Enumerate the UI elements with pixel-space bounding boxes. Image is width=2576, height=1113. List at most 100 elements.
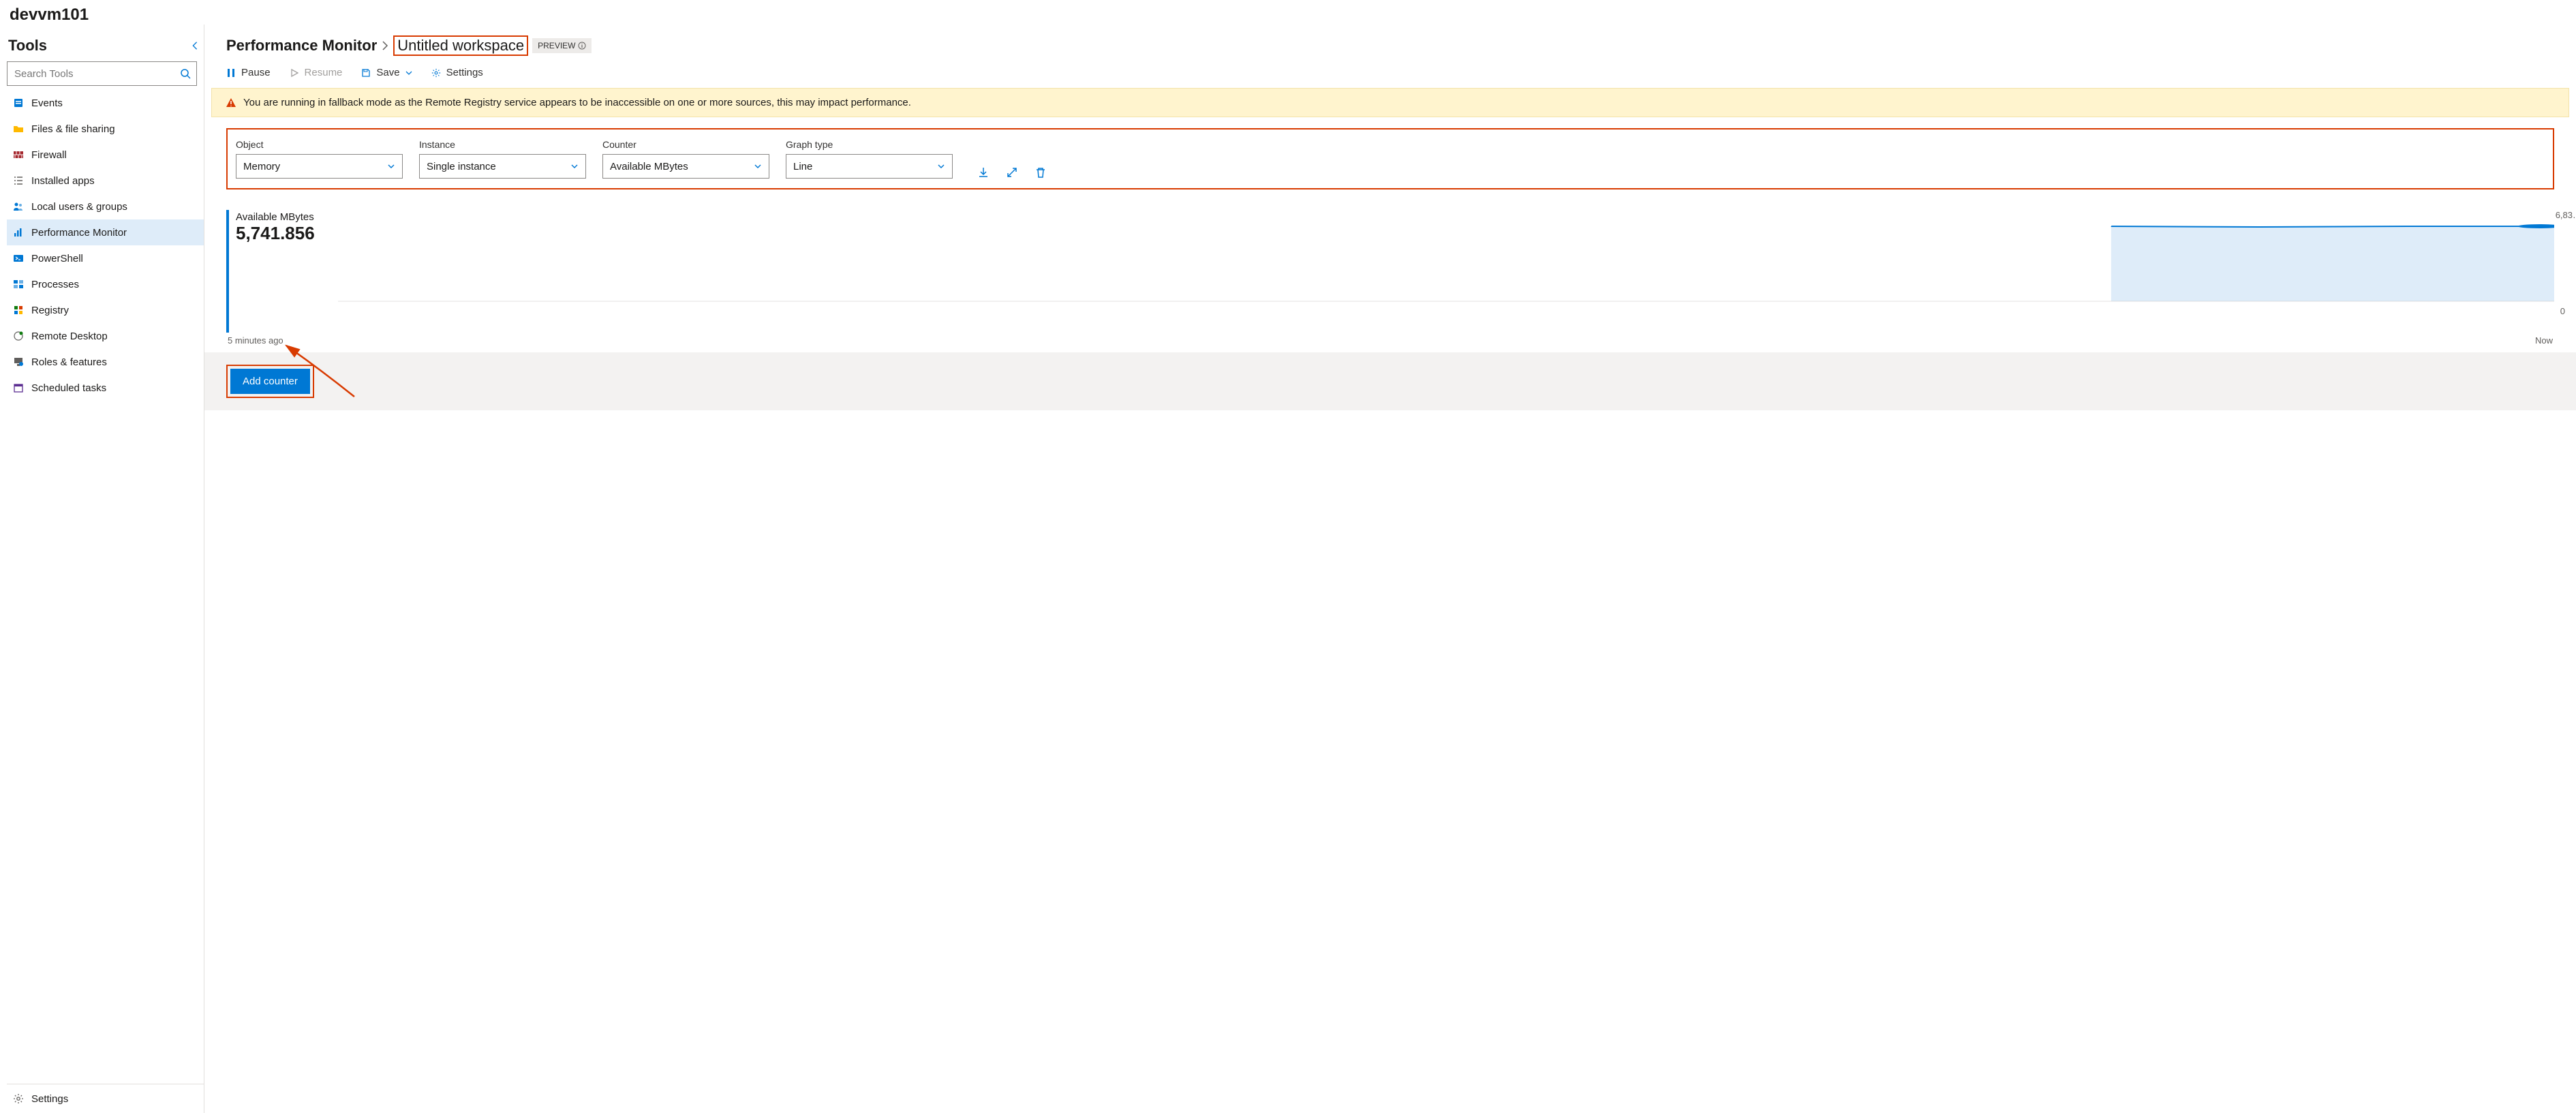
powershell-icon bbox=[12, 252, 25, 264]
pause-label: Pause bbox=[241, 67, 271, 78]
chevron-down-icon bbox=[387, 162, 395, 170]
sidebar-item-label: Registry bbox=[31, 305, 69, 316]
chevron-down-icon bbox=[937, 162, 945, 170]
registry-icon bbox=[12, 304, 25, 316]
search-tools-input[interactable] bbox=[7, 61, 197, 86]
preview-label: PREVIEW bbox=[538, 41, 575, 50]
save-button[interactable]: Save bbox=[361, 67, 412, 78]
save-icon bbox=[361, 68, 371, 78]
sidebar-item-scheduled-tasks[interactable]: Scheduled tasks bbox=[7, 375, 204, 401]
pause-icon bbox=[226, 68, 236, 78]
sidebar-item-label: Files & file sharing bbox=[31, 123, 115, 135]
preview-badge[interactable]: PREVIEW bbox=[532, 38, 592, 53]
warning-text: You are running in fallback mode as the … bbox=[243, 97, 911, 108]
workspace-title[interactable]: Untitled workspace bbox=[393, 35, 528, 56]
gear-icon bbox=[431, 68, 441, 78]
chart-xmin: 5 minutes ago bbox=[228, 335, 283, 346]
sidebar-settings[interactable]: Settings bbox=[7, 1084, 204, 1113]
tools-sidebar: Tools Events Files & file sharing Firew bbox=[0, 25, 204, 1113]
metric-title: Available MBytes bbox=[236, 211, 315, 223]
instance-dropdown[interactable]: Single instance bbox=[419, 154, 586, 179]
sidebar-item-registry[interactable]: Registry bbox=[7, 297, 204, 323]
expand-icon[interactable] bbox=[1006, 166, 1018, 179]
sidebar-item-label: Installed apps bbox=[31, 175, 95, 187]
add-counter-highlight: Add counter bbox=[226, 365, 314, 398]
sidebar-item-roles-features[interactable]: Roles & features bbox=[7, 349, 204, 375]
sidebar-item-installed-apps[interactable]: Installed apps bbox=[7, 168, 204, 194]
chevron-down-icon bbox=[570, 162, 579, 170]
chevron-down-icon bbox=[405, 70, 412, 76]
graphtype-dropdown[interactable]: Line bbox=[786, 154, 953, 179]
sidebar-item-powershell[interactable]: PowerShell bbox=[7, 245, 204, 271]
object-dropdown[interactable]: Memory bbox=[236, 154, 403, 179]
breadcrumb-root[interactable]: Performance Monitor bbox=[226, 37, 377, 55]
processes-icon bbox=[12, 278, 25, 290]
sidebar-item-events[interactable]: Events bbox=[7, 90, 204, 116]
sidebar-item-performance-monitor[interactable]: Performance Monitor bbox=[7, 219, 204, 245]
scheduled-tasks-icon bbox=[12, 382, 25, 394]
sidebar-item-label: Firewall bbox=[31, 149, 67, 161]
chart-xmax: Now bbox=[2535, 335, 2553, 346]
main-content: Performance Monitor Untitled workspace P… bbox=[204, 25, 2576, 1113]
sidebar-item-processes[interactable]: Processes bbox=[7, 271, 204, 297]
remote-desktop-icon bbox=[12, 330, 25, 342]
instance-label: Instance bbox=[419, 139, 586, 150]
download-icon[interactable] bbox=[977, 166, 990, 179]
resume-label: Resume bbox=[305, 67, 343, 78]
sidebar-item-files[interactable]: Files & file sharing bbox=[7, 116, 204, 142]
search-input-field[interactable] bbox=[13, 67, 180, 80]
play-icon bbox=[290, 68, 299, 78]
sidebar-item-firewall[interactable]: Firewall bbox=[7, 142, 204, 168]
graphtype-label: Graph type bbox=[786, 139, 953, 150]
sidebar-item-local-users[interactable]: Local users & groups bbox=[7, 194, 204, 219]
firewall-icon bbox=[12, 149, 25, 161]
sidebar-item-remote-desktop[interactable]: Remote Desktop bbox=[7, 323, 204, 349]
collapse-sidebar-icon[interactable] bbox=[190, 41, 200, 50]
chart-ymax: 6,83… bbox=[2556, 210, 2576, 220]
tools-nav: Events Files & file sharing Firewall Ins… bbox=[7, 90, 204, 1081]
sidebar-settings-label: Settings bbox=[31, 1093, 68, 1105]
delete-icon[interactable] bbox=[1034, 166, 1047, 179]
list-icon bbox=[12, 174, 25, 187]
save-label: Save bbox=[376, 67, 399, 78]
warning-icon bbox=[226, 97, 236, 108]
instance-value: Single instance bbox=[427, 161, 496, 172]
sidebar-item-label: Roles & features bbox=[31, 356, 107, 368]
gear-icon bbox=[12, 1093, 25, 1105]
pause-button[interactable]: Pause bbox=[226, 67, 271, 78]
users-icon bbox=[12, 200, 25, 213]
chevron-down-icon bbox=[754, 162, 762, 170]
breadcrumb-separator-icon bbox=[381, 40, 389, 51]
sidebar-item-label: Remote Desktop bbox=[31, 331, 108, 342]
search-icon bbox=[180, 68, 191, 79]
tools-title: Tools bbox=[8, 37, 47, 55]
object-value: Memory bbox=[243, 161, 280, 172]
metric-value: 5,741.856 bbox=[236, 223, 315, 244]
sidebar-item-label: PowerShell bbox=[31, 253, 83, 264]
add-counter-button[interactable]: Add counter bbox=[230, 369, 310, 394]
warning-banner: You are running in fallback mode as the … bbox=[211, 88, 2569, 117]
roles-icon bbox=[12, 356, 25, 368]
counter-config-panel: Object Memory Instance Single instance C… bbox=[226, 128, 2554, 189]
counter-label: Counter bbox=[602, 139, 769, 150]
object-label: Object bbox=[236, 139, 403, 150]
counter-dropdown[interactable]: Available MBytes bbox=[602, 154, 769, 179]
chart-ymin: 0 bbox=[2560, 306, 2565, 316]
sidebar-item-label: Scheduled tasks bbox=[31, 382, 106, 394]
hostname: devvm101 bbox=[0, 0, 2576, 25]
chart: 6,83… 0 bbox=[338, 210, 2554, 333]
graphtype-value: Line bbox=[793, 161, 812, 172]
info-icon bbox=[578, 42, 586, 50]
resume-button: Resume bbox=[290, 67, 343, 78]
settings-button[interactable]: Settings bbox=[431, 67, 483, 78]
settings-label: Settings bbox=[446, 67, 483, 78]
breadcrumb: Performance Monitor Untitled workspace P… bbox=[204, 25, 2576, 60]
events-icon bbox=[12, 97, 25, 109]
counter-value: Available MBytes bbox=[610, 161, 688, 172]
sidebar-item-label: Local users & groups bbox=[31, 201, 127, 213]
metric-block: Available MBytes 5,741.856 bbox=[226, 210, 322, 333]
sidebar-item-label: Processes bbox=[31, 279, 79, 290]
sidebar-item-label: Events bbox=[31, 97, 63, 109]
perfmon-icon bbox=[12, 226, 25, 239]
folder-icon bbox=[12, 123, 25, 135]
